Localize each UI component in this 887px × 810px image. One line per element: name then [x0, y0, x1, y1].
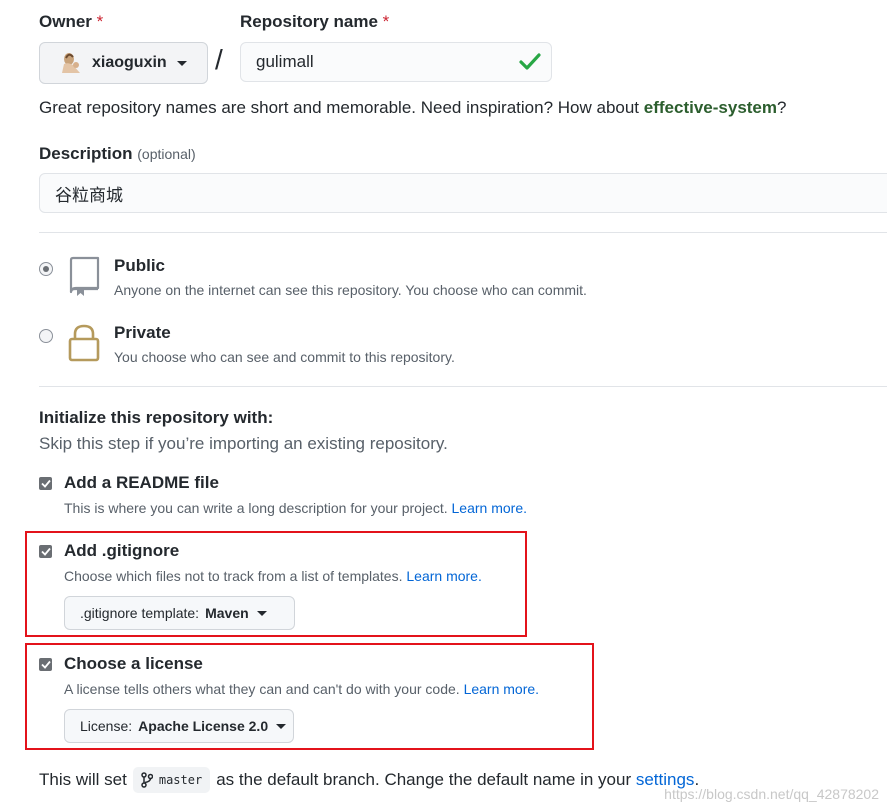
- checkmark-icon: [40, 547, 51, 556]
- license-select[interactable]: License: Apache License 2.0: [64, 709, 294, 743]
- license-select-value: Apache License 2.0: [138, 718, 269, 734]
- public-description: Anyone on the internet can see this repo…: [114, 282, 587, 298]
- branch-label: master: [132, 767, 211, 793]
- license-description: A license tells others what they can and…: [64, 681, 540, 697]
- name-suggestion-link[interactable]: effective-system: [644, 98, 777, 117]
- gitignore-select-prefix: .gitignore template:: [80, 605, 200, 621]
- private-title: Private: [114, 323, 171, 342]
- description-label: Description (optional): [39, 144, 196, 163]
- checkmark-icon: [40, 479, 51, 488]
- gitignore-checkbox[interactable]: [39, 545, 52, 558]
- checkmark-icon: [40, 660, 51, 669]
- check-icon: [519, 52, 541, 77]
- public-title: Public: [114, 256, 166, 275]
- license-select-prefix: License:: [80, 718, 133, 734]
- repository-name-label: Repository name *: [240, 12, 390, 31]
- description-value: 谷粒商城: [55, 185, 123, 205]
- readme-learn-more-link[interactable]: Learn more.: [452, 500, 527, 516]
- license-title: Choose a license: [64, 654, 203, 673]
- repository-name-input[interactable]: gulimall: [240, 42, 552, 82]
- watermark: https://blog.csdn.net/qq_42878202: [664, 786, 879, 802]
- private-description: You choose who can see and commit to thi…: [114, 349, 455, 365]
- owner-label: Owner *: [39, 12, 104, 31]
- license-checkbox[interactable]: [39, 658, 52, 671]
- initialize-subtitle: Skip this step if you’re importing an ex…: [39, 434, 448, 453]
- private-radio[interactable]: [39, 329, 53, 343]
- chevron-down-icon: [276, 723, 287, 729]
- repository-name-value: gulimall: [256, 52, 314, 71]
- lock-icon: [67, 323, 101, 368]
- repository-name-hint: Great repository names are short and mem…: [39, 98, 787, 117]
- git-branch-icon: [141, 772, 153, 788]
- license-learn-more-link[interactable]: Learn more.: [464, 681, 539, 697]
- gitignore-learn-more-link[interactable]: Learn more.: [406, 568, 481, 584]
- avatar: [58, 50, 84, 76]
- branch-name: master: [158, 773, 203, 787]
- owner-dropdown-button[interactable]: xiaoguxin: [39, 42, 208, 84]
- gitignore-description: Choose which files not to track from a l…: [64, 568, 482, 584]
- readme-description: This is where you can write a long descr…: [64, 500, 527, 516]
- chevron-down-icon: [256, 610, 267, 616]
- gitignore-template-select[interactable]: .gitignore template: Maven: [64, 596, 295, 630]
- repo-icon: [67, 256, 101, 301]
- readme-checkbox[interactable]: [39, 477, 52, 490]
- description-input[interactable]: 谷粒商城: [39, 173, 887, 213]
- default-branch-note: This will set master as the default bran…: [39, 767, 699, 793]
- gitignore-select-value: Maven: [205, 605, 249, 621]
- gitignore-title: Add .gitignore: [64, 541, 180, 560]
- owner-repo-separator: /: [215, 44, 223, 75]
- public-radio[interactable]: [39, 262, 53, 276]
- owner-username: xiaoguxin: [92, 54, 167, 71]
- divider: [39, 386, 887, 387]
- readme-title: Add a README file: [64, 473, 219, 492]
- chevron-down-icon: [176, 60, 187, 66]
- initialize-title: Initialize this repository with:: [39, 408, 274, 427]
- divider: [39, 232, 887, 233]
